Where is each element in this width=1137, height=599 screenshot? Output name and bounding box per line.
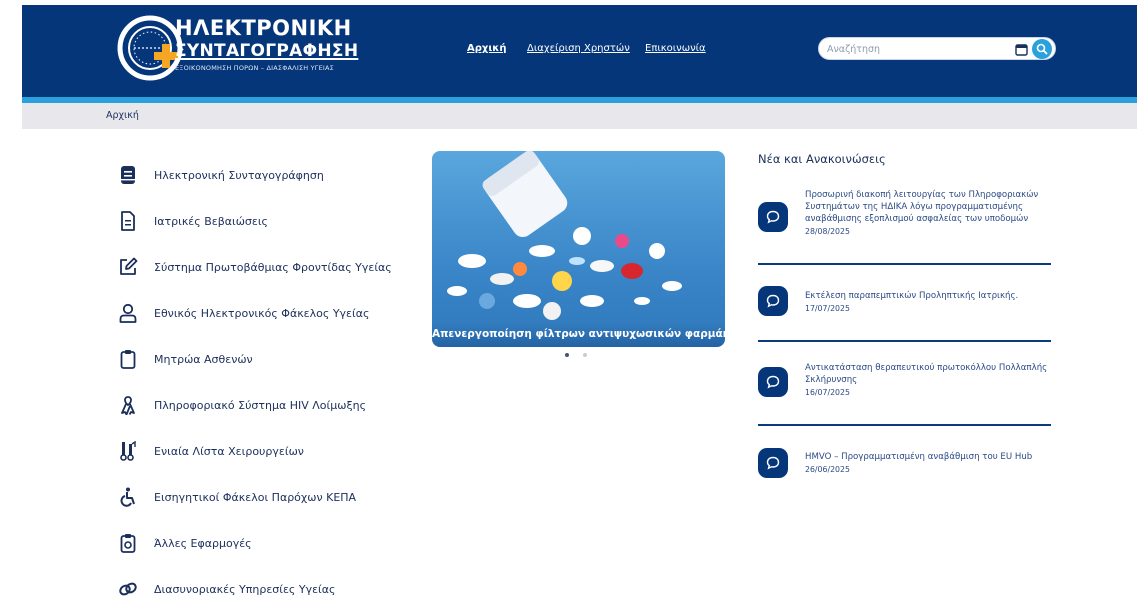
breadcrumb: Αρχική xyxy=(22,103,1137,129)
menu-item-label: Μητρώα Ασθενών xyxy=(154,352,253,366)
menu-item-label: Άλλες Εφαρμογές xyxy=(154,536,252,550)
menu-item-primary-care[interactable]: Σύστημα Πρωτοβάθμιας Φροντίδας Υγείας xyxy=(118,254,418,280)
carousel-indicators xyxy=(565,353,587,357)
ribbon-icon xyxy=(118,394,138,416)
surgery-tools-icon xyxy=(118,440,138,462)
news-date: 16/07/2025 xyxy=(805,388,850,397)
nav-contact-link[interactable]: Επικοινωνία xyxy=(645,43,706,54)
calendar-icon[interactable] xyxy=(1015,43,1028,56)
menu-item-health-record[interactable]: Εθνικός Ηλεκτρονικός Φάκελος Υγείας xyxy=(118,300,418,326)
news-divider xyxy=(758,340,1051,342)
search-input[interactable] xyxy=(827,40,1007,58)
nav-users-link[interactable]: Διαχείριση Χρηστών xyxy=(527,43,630,54)
logo-title: ΗΛΕΚΤΡΟΝΙΚΗ xyxy=(175,16,352,40)
menu-item-label: Ενιαία Λίστα Χειρουργείων xyxy=(154,444,304,458)
chat-bubble-icon xyxy=(758,286,788,316)
carousel-caption-text: Απενεργοποίηση φίλτρων αντιψυχωσικών φαρ… xyxy=(432,328,725,340)
news-section-title: Νέα και Ανακοινώσεις xyxy=(758,152,886,166)
menu-item-label: Ιατρικές Βεβαιώσεις xyxy=(154,214,268,228)
carousel-dot-2[interactable] xyxy=(583,353,587,357)
user-icon xyxy=(118,302,138,324)
pills-image xyxy=(447,151,682,320)
search-box xyxy=(818,37,1056,60)
carousel-caption[interactable]: Απενεργοποίηση φίλτρων αντιψυχωσικών φαρ… xyxy=(432,323,725,347)
menu-item-label: Ηλεκτρονική Συνταγογράφηση xyxy=(154,168,324,182)
clipboard-icon xyxy=(118,348,138,370)
news-headline[interactable]: Προσωρινή διακοπή λειτουργίας των Πληροφ… xyxy=(805,190,1038,224)
site-logo[interactable]: ΗΛΕΚΤΡΟΝΙΚΗ ΣΥΝΤΑΓΟΓΡΑΦΗΣΗ ΕΞΟΙΚΟΝΟΜΗΣΗ … xyxy=(116,12,359,90)
news-headline[interactable]: HMVO – Προγραμματισμένη αναβάθμιση του E… xyxy=(805,452,1032,462)
menu-item-medical-certificates[interactable]: Ιατρικές Βεβαιώσεις xyxy=(118,208,418,234)
menu-item-label: Εθνικός Ηλεκτρονικός Φάκελος Υγείας xyxy=(154,306,370,320)
search-button[interactable] xyxy=(1032,39,1052,59)
breadcrumb-home[interactable]: Αρχική xyxy=(106,110,139,121)
carousel-dot-1[interactable] xyxy=(565,353,569,357)
document-icon xyxy=(118,210,138,232)
news-date: 26/06/2025 xyxy=(805,465,850,474)
menu-item-other-apps[interactable]: Άλλες Εφαρμογές xyxy=(118,530,418,556)
menu-item-surgery-list[interactable]: Ενιαία Λίστα Χειρουργείων xyxy=(118,438,418,464)
id-badge-icon xyxy=(118,532,138,554)
book-icon xyxy=(118,164,138,186)
menu-item-label: Σύστημα Πρωτοβάθμιας Φροντίδας Υγείας xyxy=(154,260,392,274)
menu-item-kepa-files[interactable]: Εισηγητικοί Φάκελοι Παρόχων ΚΕΠΑ xyxy=(118,484,418,510)
news-headline[interactable]: Εκτέλεση παραπεμπτικών Προληπτικής Ιατρι… xyxy=(805,291,1018,301)
menu-item-label: Πληροφοριακό Σύστημα HIV Λοίμωξης xyxy=(154,398,367,412)
news-date: 28/08/2025 xyxy=(805,227,850,236)
menu-item-cross-border[interactable]: Διασυνοριακές Υπηρεσίες Υγείας xyxy=(118,576,418,599)
link-icon xyxy=(118,578,138,599)
news-divider xyxy=(758,263,1051,265)
menu-item-e-prescription[interactable]: Ηλεκτρονική Συνταγογράφηση xyxy=(118,162,418,188)
news-carousel[interactable]: Απενεργοποίηση φίλτρων αντιψυχωσικών φαρ… xyxy=(432,151,725,347)
logo-tagline: ΕΞΟΙΚΟΝΟΜΗΣΗ ΠΟΡΩΝ – ΔΙΑΣΦΑΛΙΣΗ ΥΓΕΙΑΣ xyxy=(175,64,334,72)
news-divider xyxy=(758,424,1051,426)
wheelchair-icon xyxy=(118,486,138,508)
chat-bubble-icon xyxy=(758,202,788,232)
nav-home-link[interactable]: Αρχική xyxy=(467,43,506,54)
edit-icon xyxy=(118,256,138,278)
news-date: 17/07/2025 xyxy=(805,304,850,313)
news-headline[interactable]: Αντικατάσταση θεραπευτικού πρωτοκόλλου Π… xyxy=(805,363,1047,385)
logo-subtitle: ΣΥΝΤΑΓΟΓΡΑΦΗΣΗ xyxy=(175,41,359,61)
menu-item-patient-registries[interactable]: Μητρώα Ασθενών xyxy=(118,346,418,372)
chat-bubble-icon xyxy=(758,448,788,478)
menu-item-hiv-system[interactable]: Πληροφοριακό Σύστημα HIV Λοίμωξης xyxy=(118,392,418,418)
search-icon xyxy=(1036,43,1048,55)
menu-item-label: Διασυνοριακές Υπηρεσίες Υγείας xyxy=(154,582,336,596)
menu-item-label: Εισηγητικοί Φάκελοι Παρόχων ΚΕΠΑ xyxy=(154,490,357,504)
chat-bubble-icon xyxy=(758,367,788,397)
